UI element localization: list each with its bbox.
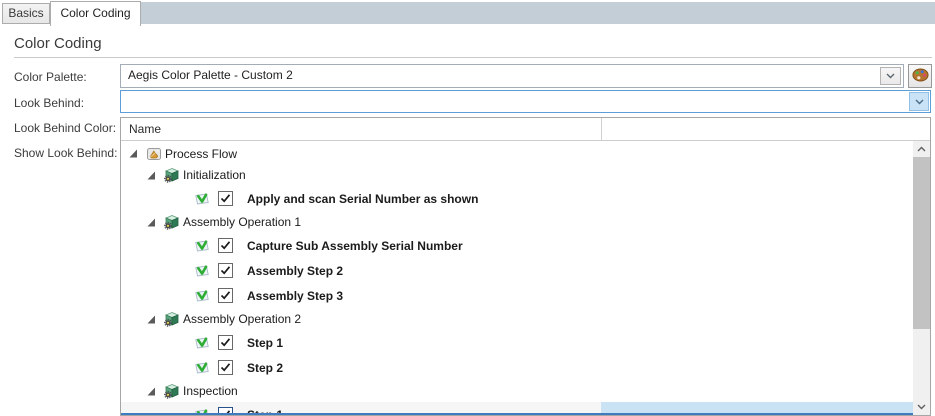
color-palette-label: Color Palette: [14,70,87,84]
vertical-scrollbar[interactable] [913,141,930,415]
tree-row[interactable]: Step 2 [121,355,913,380]
tree-item-label: Inspection [183,384,238,398]
tree-row[interactable]: Initialization [121,164,913,186]
tree-header[interactable]: Name [121,118,930,141]
tree-row[interactable]: Assembly Step 2 [121,258,913,283]
tree-row[interactable]: Process Flow [121,143,913,164]
tree-row[interactable]: Step 1 [121,330,913,355]
operation-icon [164,383,180,399]
tree-rows: Process Flow InitializationApply and scan… [121,141,913,415]
selection-bottom-line [121,413,913,415]
tree-item-label: Capture Sub Assembly Serial Number [247,239,463,253]
operation-icon [164,311,180,327]
operation-icon [164,214,180,230]
tree-item-label: Assembly Step 3 [247,289,343,303]
step-checkbox[interactable] [218,360,233,375]
scrollbar-thumb[interactable] [913,157,930,329]
tree-row[interactable]: Capture Sub Assembly Serial Number [121,233,913,258]
tab-color-coding[interactable]: Color Coding [50,1,141,26]
step-checkbox[interactable] [218,238,233,253]
edit-palette-button[interactable] [908,64,932,88]
step-icon [194,191,210,207]
tree-row[interactable]: Assembly Operation 1 [121,211,913,233]
color-palette-combobox[interactable]: Aegis Color Palette - Custom 2 [120,64,904,88]
look-behind-color-label: Look Behind Color: [14,121,116,135]
step-icon [194,335,210,351]
tab-color-coding-label: Color Coding [60,6,130,20]
expander-icon[interactable] [147,315,156,324]
tab-basics[interactable]: Basics [2,3,50,24]
heading-divider [14,57,932,58]
color-palette-value: Aegis Color Palette - Custom 2 [128,68,293,82]
step-icon [194,263,210,279]
step-checkbox[interactable] [218,191,233,206]
tree-item-label: Process Flow [165,147,237,161]
tab-strip-fill [141,2,935,24]
step-icon [194,238,210,254]
look-behind-combobox[interactable] [120,90,931,113]
page-title: Color Coding [14,35,102,52]
tree-row[interactable]: Apply and scan Serial Number as shown [121,186,913,211]
expander-icon[interactable] [147,171,156,180]
name-column-header[interactable]: Name [129,122,161,136]
show-look-behind-label: Show Look Behind: [14,146,117,160]
operation-icon [164,167,180,183]
step-checkbox[interactable] [218,263,233,278]
process-flow-icon [146,146,162,162]
scroll-down-icon[interactable] [913,399,930,415]
step-icon [194,288,210,304]
palette-icon [912,68,929,85]
tree-item-label: Assembly Operation 2 [183,312,301,326]
color-coding-dialog: Basics Color Coding Color Coding Color P… [0,0,935,416]
expander-icon[interactable] [147,387,156,396]
tree-item-label: Assembly Step 2 [247,264,343,278]
step-checkbox[interactable] [218,335,233,350]
look-behind-label: Look Behind: [14,96,84,110]
tree-row[interactable]: Assembly Operation 2 [121,308,913,330]
tree-row[interactable]: Assembly Step 3 [121,283,913,308]
tree-item-label: Step 2 [247,361,283,375]
step-icon [194,360,210,376]
step-checkbox[interactable] [218,288,233,303]
column-divider[interactable] [601,118,602,140]
tree-item-label: Initialization [183,168,246,182]
expander-icon[interactable] [129,149,138,158]
show-look-behind-tree: Name Process Flow InitializationApply and… [120,117,931,416]
chevron-down-icon[interactable] [909,92,929,111]
scroll-up-icon[interactable] [913,141,930,157]
tab-basics-label: Basics [8,6,43,20]
expander-icon[interactable] [147,218,156,227]
tree-row[interactable]: Inspection [121,380,913,402]
tree-item-label: Assembly Operation 1 [183,215,301,229]
tree-item-label: Apply and scan Serial Number as shown [247,192,478,206]
tree-item-label: Step 1 [247,336,283,350]
chevron-down-icon[interactable] [880,67,901,85]
